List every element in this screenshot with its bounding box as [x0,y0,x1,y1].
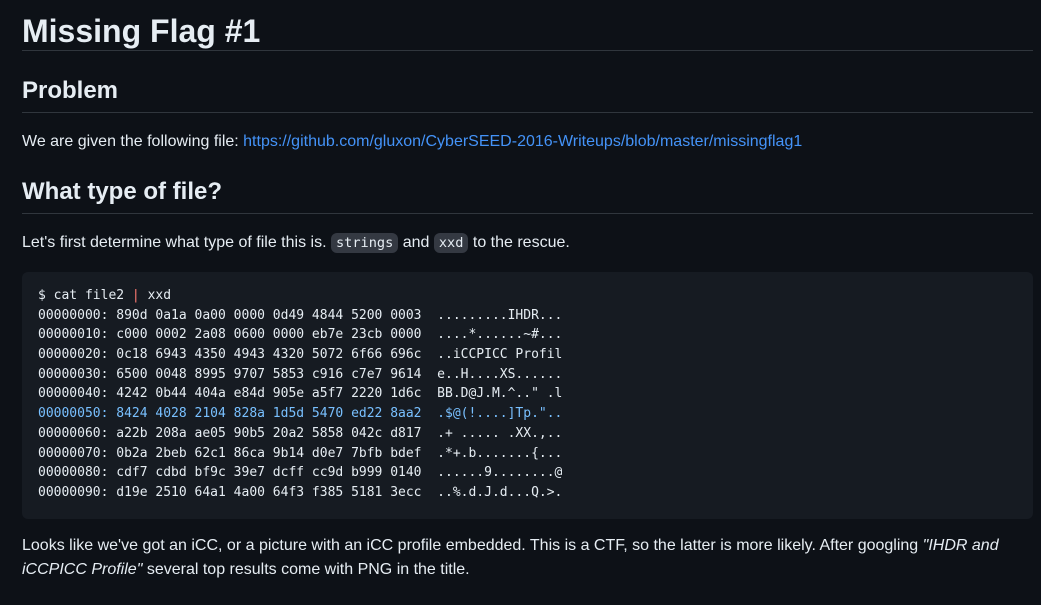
conclusion-paragraph: Looks like we've got an iCC, or a pictur… [22,534,1033,582]
hex-line: 00000050: 8424 4028 2104 828a 1d5d 5470 … [38,406,563,422]
file-type-paragraph: Let's first determine what type of file … [22,231,1033,255]
conclusion-text-before: Looks like we've got an iCC, or a pictur… [22,536,923,554]
file-type-text-mid: and [398,234,434,251]
hex-line: 00000010: c000 0002 2a08 0600 0000 eb7e … [38,327,563,343]
hex-line: 00000090: d19e 2510 64a1 4a00 64f3 f385 … [38,484,563,500]
hex-line: 00000000: 890d 0a1a 0a00 0000 0d49 4844 … [38,307,563,323]
hex-line: 00000040: 4242 0b44 404a e84d 905e a5f7 … [38,386,563,402]
file-type-text-after: to the rescue. [468,234,570,251]
page-title: Missing Flag #1 [22,0,1033,51]
hex-line: 00000070: 0b2a 2beb 62c1 86ca 9b14 d0e7 … [38,445,563,461]
file-type-heading: What type of file? [22,177,1033,214]
pipe-symbol: | [131,288,140,303]
xxd-code: xxd [433,233,469,253]
hex-line: 00000080: cdf7 cdbd bf9c 39e7 dcff cc9d … [38,465,563,481]
command-line: $ cat file2 | xxd [38,286,1017,306]
problem-heading: Problem [22,76,1033,113]
file-type-text-before: Let's first determine what type of file … [22,234,331,251]
strings-code: strings [330,233,399,253]
hex-line: 00000060: a22b 208a ae05 90b5 20a2 5858 … [38,425,563,441]
document: Missing Flag #1 Problem We are given the… [0,0,1041,605]
problem-paragraph: We are given the following file: https:/… [22,130,1033,154]
command-prefix: $ cat file2 [38,288,132,303]
hex-line: 00000020: 0c18 6943 4350 4943 4320 5072 … [38,347,563,363]
problem-intro-text: We are given the following file: [22,133,244,150]
command-suffix: xxd [139,288,172,303]
conclusion-text-after: several top results come with PNG in the… [142,560,470,578]
file-link[interactable]: https://github.com/gluxon/CyberSEED-2016… [243,133,802,150]
hexdump-code-block: $ cat file2 | xxd 00000000: 890d 0a1a 0a0… [22,272,1033,519]
hex-line: 00000030: 6500 0048 8995 9707 5853 c916 … [38,366,563,382]
